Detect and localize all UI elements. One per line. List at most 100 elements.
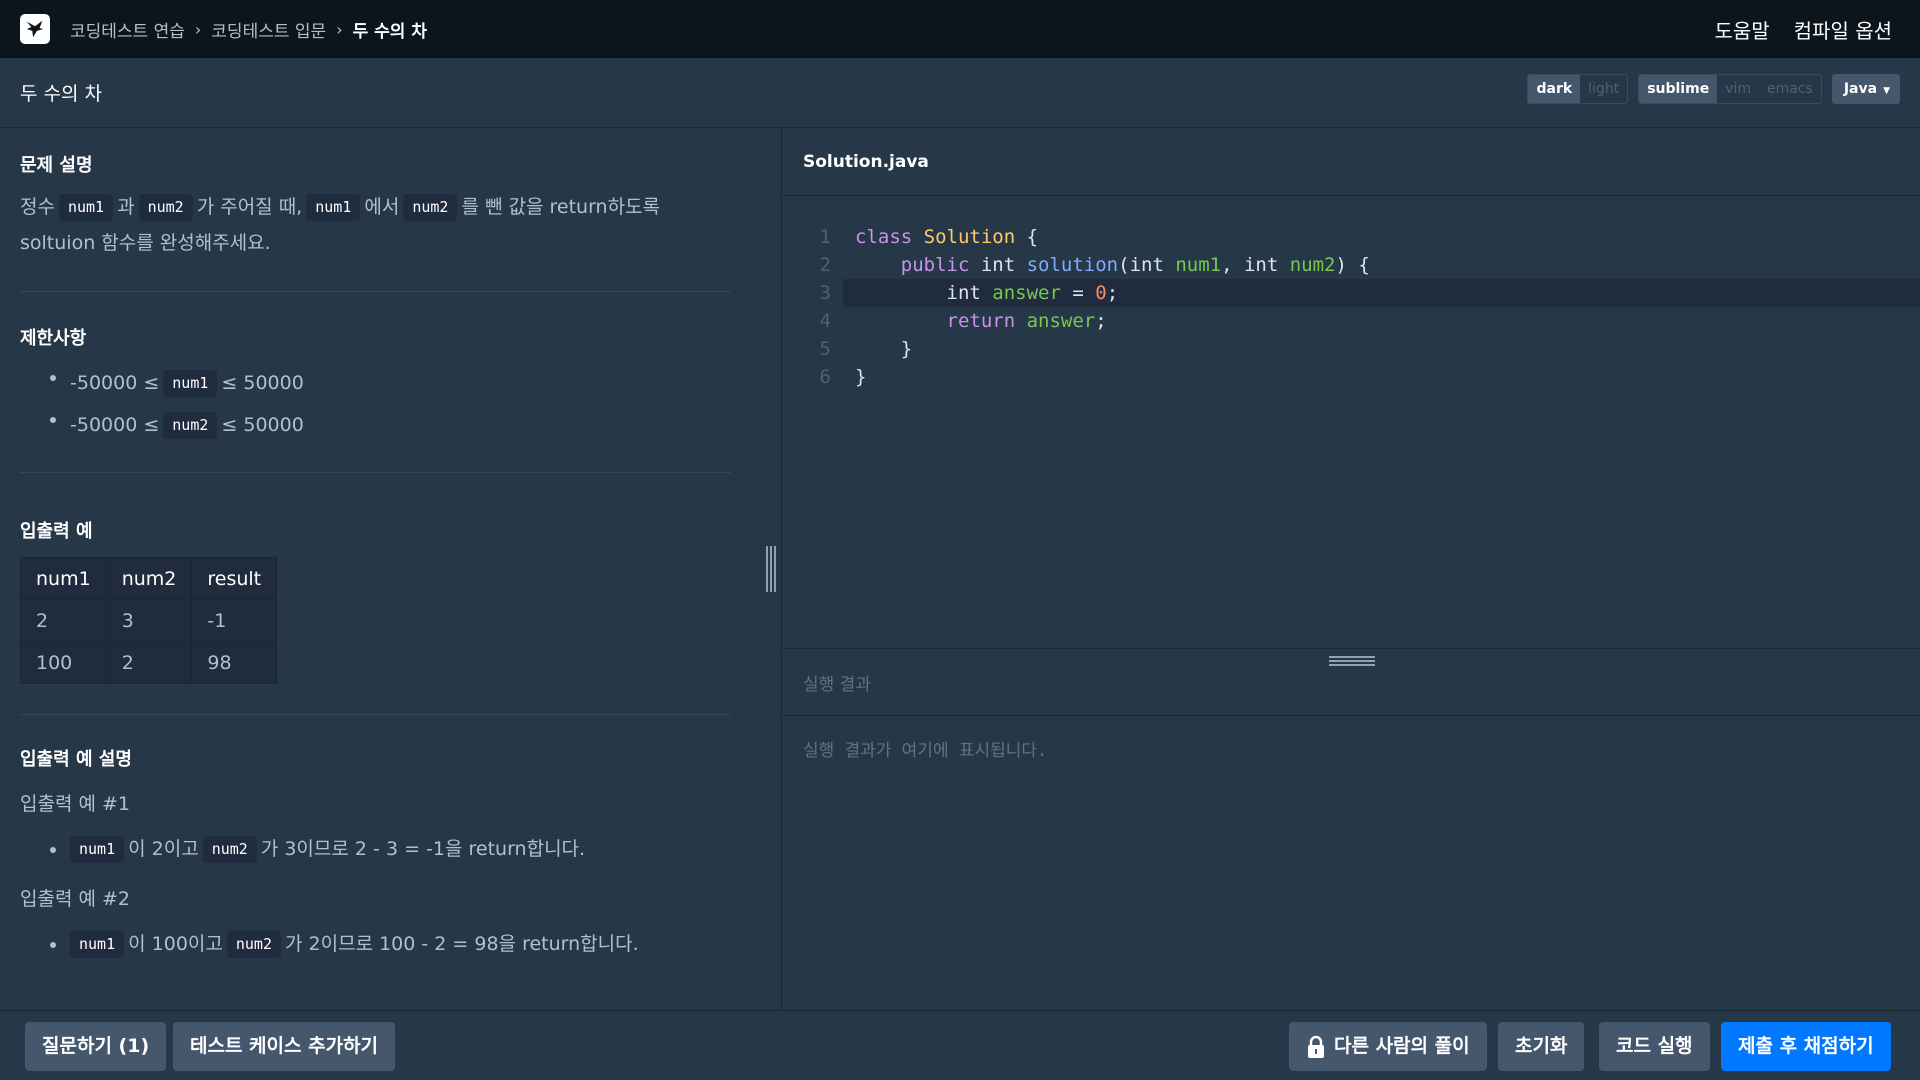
inline-code: num1 [163,370,218,397]
code-line: 2 public int solution(int num1, int num2… [783,251,1370,279]
table-header: result [191,557,278,600]
code-line: 5 } [783,335,913,363]
example-text: 가 2이므로 100 - 2 = 98을 return합니다. [285,933,639,955]
line-number: 2 [819,254,831,276]
inline-code: num2 [226,931,281,958]
table-cell: 2 [105,641,193,684]
caret-down-icon: ▼ [1883,86,1890,96]
breadcrumb: 코딩테스트 연습 › 코딩테스트 입문 › 두 수의 차 [70,17,427,42]
inline-code: num1 [70,931,125,958]
io-table: num1 num2 result 2 3 -1 100 2 98 [20,557,278,684]
constraints-list: -50000 ≤ num1 ≤ 50000 -50000 ≤ num2 ≤ 50000 [20,362,731,446]
chevron-right-icon: › [336,19,343,39]
keymap-toggle: sublime vim emacs [1638,74,1822,104]
others-solutions-label: 다른 사람의 풀이 [1334,1035,1470,1057]
list-item: -50000 ≤ num1 ≤ 50000 [20,362,731,404]
example-text: 이 2이고 [128,838,199,860]
run-code-button[interactable]: 코드 실행 [1599,1022,1710,1071]
line-number: 6 [819,366,831,388]
example-1-title: 입출력 예 #1 [20,793,131,815]
example-2-list: num1 이 100이고 num2 가 2이므로 100 - 2 = 98을 retu… [20,929,731,959]
file-tab: Solution.java [783,128,1920,196]
lock-icon [1308,1035,1324,1058]
line-number: 1 [819,226,831,248]
table-row: 100 2 98 [20,641,278,684]
io-heading: 입출력 예 [20,521,93,542]
keymap-emacs-button[interactable]: emacs [1759,75,1821,103]
example-text: 이 100이고 [128,933,223,955]
code-line: 3 int answer = 0; [783,279,1119,307]
submit-button[interactable]: 제출 후 채점하기 [1721,1022,1891,1071]
theme-light-button[interactable]: light [1580,75,1628,103]
ask-question-button[interactable]: 질문하기 (1) [25,1022,167,1071]
code-line: 6} [783,363,867,391]
line-number: 5 [819,338,831,360]
description-heading: 문제 설명 [20,155,93,176]
panel-resize-handle[interactable] [765,546,777,592]
others-solutions-button[interactable]: 다른 사람의 풀이 [1289,1022,1487,1071]
inline-code: num1 [58,194,114,221]
theme-dark-button[interactable]: dark [1528,75,1581,103]
top-navbar: 코딩테스트 연습 › 코딩테스트 입문 › 두 수의 차 도움말 컴파일 옵션 [0,0,1920,58]
language-select[interactable]: Java ▼ [1831,74,1900,104]
constraints-heading: 제한사항 [20,328,87,349]
problem-panel: 문제 설명 정수 num1 과 num2 가 주어질 때, num1 에서 num2 를 뺀 값… [0,128,782,1010]
divider [20,472,731,473]
bird-logo-icon [26,20,44,38]
code-line: 1 class Solution { [783,223,1039,251]
inline-code: num2 [403,194,458,221]
result-output: 실행 결과가 여기에 표시됩니다. [803,741,1048,761]
breadcrumb-practice[interactable]: 코딩테스트 연습 [70,17,185,42]
inline-code: num1 [70,836,125,863]
desc-text: 에서 [364,196,400,218]
example-1-list: num1 이 2이고 num2 가 3이므로 2 - 3 = -1을 return합니… [20,834,731,864]
table-cell: -1 [191,599,278,642]
list-item: num1 이 100이고 num2 가 2이므로 100 - 2 = 98을 retu… [20,929,731,959]
chevron-right-icon: › [194,19,202,39]
code-editor[interactable]: 1 class Solution { 2 public int solution(… [783,197,1920,648]
desc-text: 과 [117,196,135,218]
line-number: 3 [819,282,831,304]
divider [20,714,731,715]
code-line: 4 return answer; [783,307,1107,335]
table-row: 2 3 -1 [20,599,278,642]
example-text: 가 3이므로 2 - 3 = -1을 return합니다. [260,838,586,860]
description-text: 정수 num1 과 num2 가 주어질 때, num1 에서 num2 를 뺀 값을 retu… [20,189,731,261]
desc-text: 정수 [20,196,55,218]
table-cell: 2 [20,599,107,642]
help-link[interactable]: 도움말 [1714,15,1769,44]
title-bar: 두 수의 차 dark light sublime vim emacs Java… [0,58,1920,128]
desc-text: 를 뺀 값을 return하도록 [461,196,661,218]
constraint-text: -50000 ≤ [70,372,160,394]
table-cell: 3 [105,599,193,642]
divider [20,291,731,292]
compile-options-link[interactable]: 컴파일 옵션 [1794,15,1892,44]
io-explain-heading: 입출력 예 설명 [20,749,132,770]
constraint-text: -50000 ≤ [70,414,160,436]
keymap-sublime-button[interactable]: sublime [1639,75,1718,103]
breadcrumb-current: 두 수의 차 [352,21,427,42]
result-heading: 실행 결과 [783,648,1920,716]
editor-panel: Solution.java 1 class Solution { 2 public… [783,128,1920,1010]
inline-code: num1 [306,194,361,221]
page-title: 두 수의 차 [20,83,102,105]
table-cell: 100 [20,641,107,684]
inline-code: num2 [138,194,193,221]
table-cell: 98 [191,641,278,684]
line-number: 4 [819,310,831,332]
list-item: num1 이 2이고 num2 가 3이므로 2 - 3 = -1을 return합니… [20,834,731,864]
example-2-title: 입출력 예 #2 [20,888,131,910]
desc-text: 가 주어질 때, [196,196,303,218]
constraint-text: ≤ 50000 [221,414,304,436]
constraint-text: ≤ 50000 [221,372,304,394]
inline-code: num2 [163,412,218,439]
add-testcase-button[interactable]: 테스트 케이스 추가하기 [173,1022,396,1071]
language-label: Java [1843,81,1878,97]
reset-button[interactable]: 초기화 [1498,1022,1585,1071]
logo[interactable] [20,14,50,44]
inline-code: num2 [202,836,257,863]
keymap-vim-button[interactable]: vim [1717,75,1760,103]
breadcrumb-intro[interactable]: 코딩테스트 입문 [211,17,326,42]
table-header: num1 [20,557,107,600]
theme-toggle: dark light [1527,74,1629,104]
